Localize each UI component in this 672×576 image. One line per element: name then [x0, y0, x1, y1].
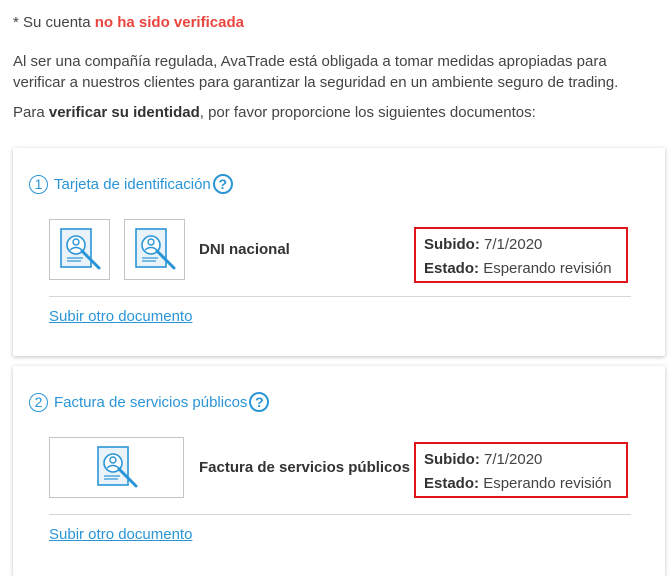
- section-title: Factura de servicios públicos: [54, 393, 248, 411]
- section-header: 1 Tarjeta de identificación ?: [29, 174, 233, 194]
- section-number: 2: [29, 392, 48, 412]
- document-thumbnail[interactable]: [49, 437, 184, 498]
- uploaded-row: Subido: 7/1/2020: [424, 233, 618, 257]
- id-document-search-icon: [59, 227, 100, 269]
- state-row: Estado: Esperando revisión: [424, 257, 618, 281]
- id-document-search-icon: [134, 227, 175, 269]
- upload-another-link[interactable]: Subir otro documento: [49, 526, 192, 543]
- id-card-section: 1 Tarjeta de identificación ? DNI nacion…: [13, 148, 665, 356]
- upload-status-box: Subido: 7/1/2020 Estado: Esperando revis…: [414, 442, 628, 498]
- state-value: Esperando revisión: [483, 260, 612, 277]
- document-thumbnail-front[interactable]: [49, 219, 110, 280]
- section-header: 2 Factura de servicios públicos ?: [29, 392, 270, 412]
- status-warning: no ha sido verificada: [94, 14, 244, 31]
- id-document-search-icon: [96, 445, 137, 487]
- document-thumbnail-back[interactable]: [124, 219, 185, 280]
- verification-request: Para verificar su identidad, por favor p…: [13, 104, 536, 121]
- state-value: Esperando revisión: [483, 475, 612, 492]
- divider: [49, 514, 631, 515]
- utility-bill-section: 2 Factura de servicios públicos ? Factur…: [13, 366, 665, 576]
- uploaded-row: Subido: 7/1/2020: [424, 448, 618, 472]
- upload-status-box: Subido: 7/1/2020 Estado: Esperando revis…: [414, 227, 628, 283]
- status-prefix: * Su cuenta: [13, 14, 95, 31]
- intro-text: Al ser una compañía regulada, AvaTrade e…: [13, 53, 619, 91]
- help-icon[interactable]: ?: [249, 392, 270, 412]
- uploaded-value: 7/1/2020: [484, 236, 543, 253]
- uploaded-label: Subido:: [424, 236, 480, 253]
- section-title: Tarjeta de identificación: [54, 175, 211, 193]
- account-status: * Su cuenta no ha sido verificada: [13, 14, 244, 31]
- request-before: Para: [13, 104, 49, 121]
- state-label: Estado:: [424, 475, 480, 492]
- divider: [49, 296, 631, 297]
- document-label: Factura de servicios públicos: [199, 459, 410, 476]
- state-row: Estado: Esperando revisión: [424, 472, 618, 496]
- uploaded-label: Subido:: [424, 451, 480, 468]
- document-label: DNI nacional: [199, 241, 290, 258]
- state-label: Estado:: [424, 260, 480, 277]
- section-number: 1: [29, 174, 48, 194]
- request-bold: verificar su identidad: [48, 104, 200, 121]
- help-icon[interactable]: ?: [212, 174, 233, 194]
- upload-another-link[interactable]: Subir otro documento: [49, 308, 192, 325]
- uploaded-value: 7/1/2020: [484, 451, 543, 468]
- request-after: , por favor proporcione los siguientes d…: [199, 104, 536, 121]
